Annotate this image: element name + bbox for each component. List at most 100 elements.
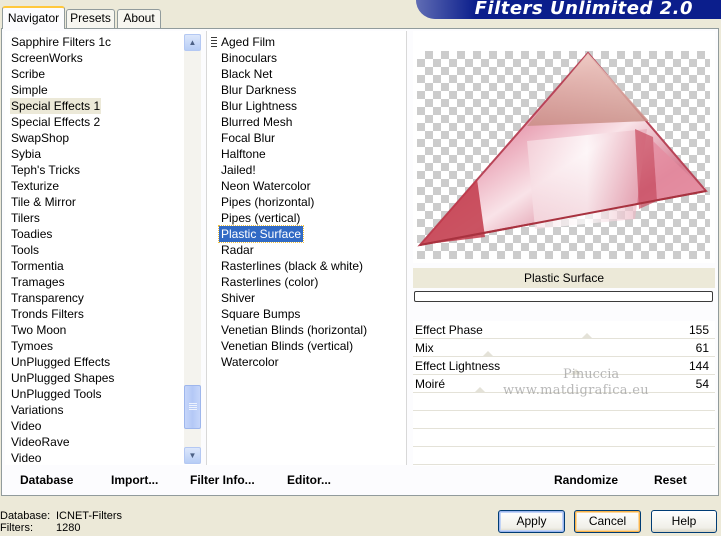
parameter-label: Effect Phase [415,323,483,337]
parameter-label: Mix [415,341,434,355]
filter-item[interactable]: Aged Film [219,34,277,50]
parameter-row-empty [413,393,715,411]
category-item[interactable]: Video [10,418,42,434]
filter-item[interactable]: Venetian Blinds (horizontal) [219,322,369,338]
category-item[interactable]: Special Effects 1 [10,98,102,114]
category-item[interactable]: Teph's Tricks [10,162,81,178]
editor-button[interactable]: Editor... [287,472,331,488]
filter-item[interactable]: Focal Blur [219,130,277,146]
tab-presets[interactable]: Presets [66,9,115,28]
parameter-slider[interactable]: Effect Lightness 144 [413,357,715,375]
category-item[interactable]: Sybia [10,146,42,162]
drag-handle-icon [211,37,217,48]
category-item[interactable]: Texturize [10,178,60,194]
grip-line [189,407,197,408]
filter-info-button[interactable]: Filter Info... [190,472,255,488]
filter-item[interactable]: Jailed! [219,162,258,178]
progress-bar [414,291,713,302]
scroll-down-button[interactable]: ▼ [184,447,201,464]
category-item[interactable]: Sapphire Filters 1c [10,34,112,50]
category-item[interactable]: Toadies [10,226,53,242]
filter-item[interactable]: Blurred Mesh [219,114,294,130]
apply-button[interactable]: Apply [498,510,565,533]
database-button[interactable]: Database [20,472,73,488]
help-button[interactable]: Help [651,510,717,533]
database-info: Database: ICNET-Filters Filters: 1280 [0,510,122,534]
category-item[interactable]: Simple [10,82,49,98]
category-item[interactable]: Tormentia [10,258,65,274]
tab-navigator[interactable]: Navigator [2,6,65,29]
filter-item[interactable]: Shiver [219,290,257,306]
grip-line [189,403,197,404]
filter-item[interactable]: Blur Lightness [219,98,299,114]
banner-title: Filters Unlimited 2.0 [474,0,693,19]
filter-item[interactable]: Rasterlines (black & white) [219,258,365,274]
scroll-up-button[interactable]: ▲ [184,34,201,51]
category-item[interactable]: Tile & Mirror [10,194,77,210]
parameter-row-empty [413,429,715,447]
category-item[interactable]: UnPlugged Tools [10,386,103,402]
parameter-value: 54 [695,377,709,391]
category-item[interactable]: Special Effects 2 [10,114,101,130]
current-filter-name: Plastic Surface [413,268,715,288]
category-item[interactable]: Scribe [10,66,46,82]
category-list[interactable]: Sapphire Filters 1c ScreenWorks Scribe Simp… [5,31,201,465]
cancel-button[interactable]: Cancel [574,510,641,533]
category-item[interactable]: Tilers [10,210,41,226]
category-item[interactable]: Tramages [10,274,66,290]
database-value: ICNET-Filters [56,510,122,522]
grip-line [189,409,197,410]
category-item[interactable]: SwapShop [10,130,70,146]
category-item[interactable]: Video [10,450,42,465]
category-item[interactable]: Variations [10,402,64,418]
filter-list[interactable]: Aged Film Binoculars Black Net Blur Darknes… [206,31,407,465]
filter-item[interactable]: Pipes (vertical) [219,210,302,226]
import-button[interactable]: Import... [111,472,158,488]
scroll-thumb[interactable] [184,385,201,429]
filter-item[interactable]: Pipes (horizontal) [219,194,316,210]
parameter-slider[interactable]: Mix 61 [413,339,715,357]
category-item[interactable]: ScreenWorks [10,50,84,66]
category-item[interactable]: Two Moon [10,322,67,338]
filter-item[interactable]: Plastic Surface [217,225,305,243]
parameter-value: 61 [695,341,709,355]
category-item[interactable]: VideoRave [10,434,71,450]
filter-item[interactable]: Rasterlines (color) [219,274,320,290]
filter-item[interactable]: Black Net [219,66,274,82]
category-item[interactable]: UnPlugged Effects [10,354,111,370]
filter-item[interactable]: Neon Watercolor [219,178,313,194]
filters-label: Filters: [0,522,33,534]
filter-item[interactable]: Venetian Blinds (vertical) [219,338,355,354]
chevron-down-icon: ▼ [188,451,197,460]
title-banner: Filters Unlimited 2.0 [416,0,721,19]
parameter-row-empty [413,411,715,429]
parameter-label: Effect Lightness [415,359,501,373]
category-item[interactable]: Tronds Filters [10,306,85,322]
tab-about[interactable]: About [117,9,161,28]
parameter-value: 155 [688,323,709,337]
filter-item[interactable]: Blur Darkness [219,82,298,98]
grip-line [189,405,197,406]
category-item[interactable]: Tools [10,242,40,258]
filter-item[interactable]: Square Bumps [219,306,302,322]
parameter-value: 144 [688,359,709,373]
category-item[interactable]: Transparency [10,290,85,306]
category-scrollbar[interactable]: ▲ ▼ [184,34,201,464]
filters-count: 1280 [56,522,81,534]
parameter-slider[interactable]: Moiré 54 [413,375,715,393]
category-item[interactable]: Tymoes [10,338,54,354]
filter-item[interactable]: Binoculars [219,50,279,66]
parameter-slider[interactable]: Effect Phase 155 [413,321,715,339]
filter-item[interactable]: Watercolor [219,354,281,370]
parameter-label: Moiré [415,377,446,391]
database-label: Database: [0,510,51,522]
randomize-button[interactable]: Randomize [554,472,618,488]
parameter-panel: Effect Phase 155 Mix 61 Effect Lightness 144 M… [413,321,715,466]
preview-image [417,51,708,247]
category-item[interactable]: UnPlugged Shapes [10,370,115,386]
filter-item[interactable]: Radar [219,242,256,258]
filter-item[interactable]: Halftone [219,146,268,162]
chevron-up-icon: ▲ [188,38,197,47]
reset-button[interactable]: Reset [654,472,687,488]
preview-canvas [417,51,710,259]
